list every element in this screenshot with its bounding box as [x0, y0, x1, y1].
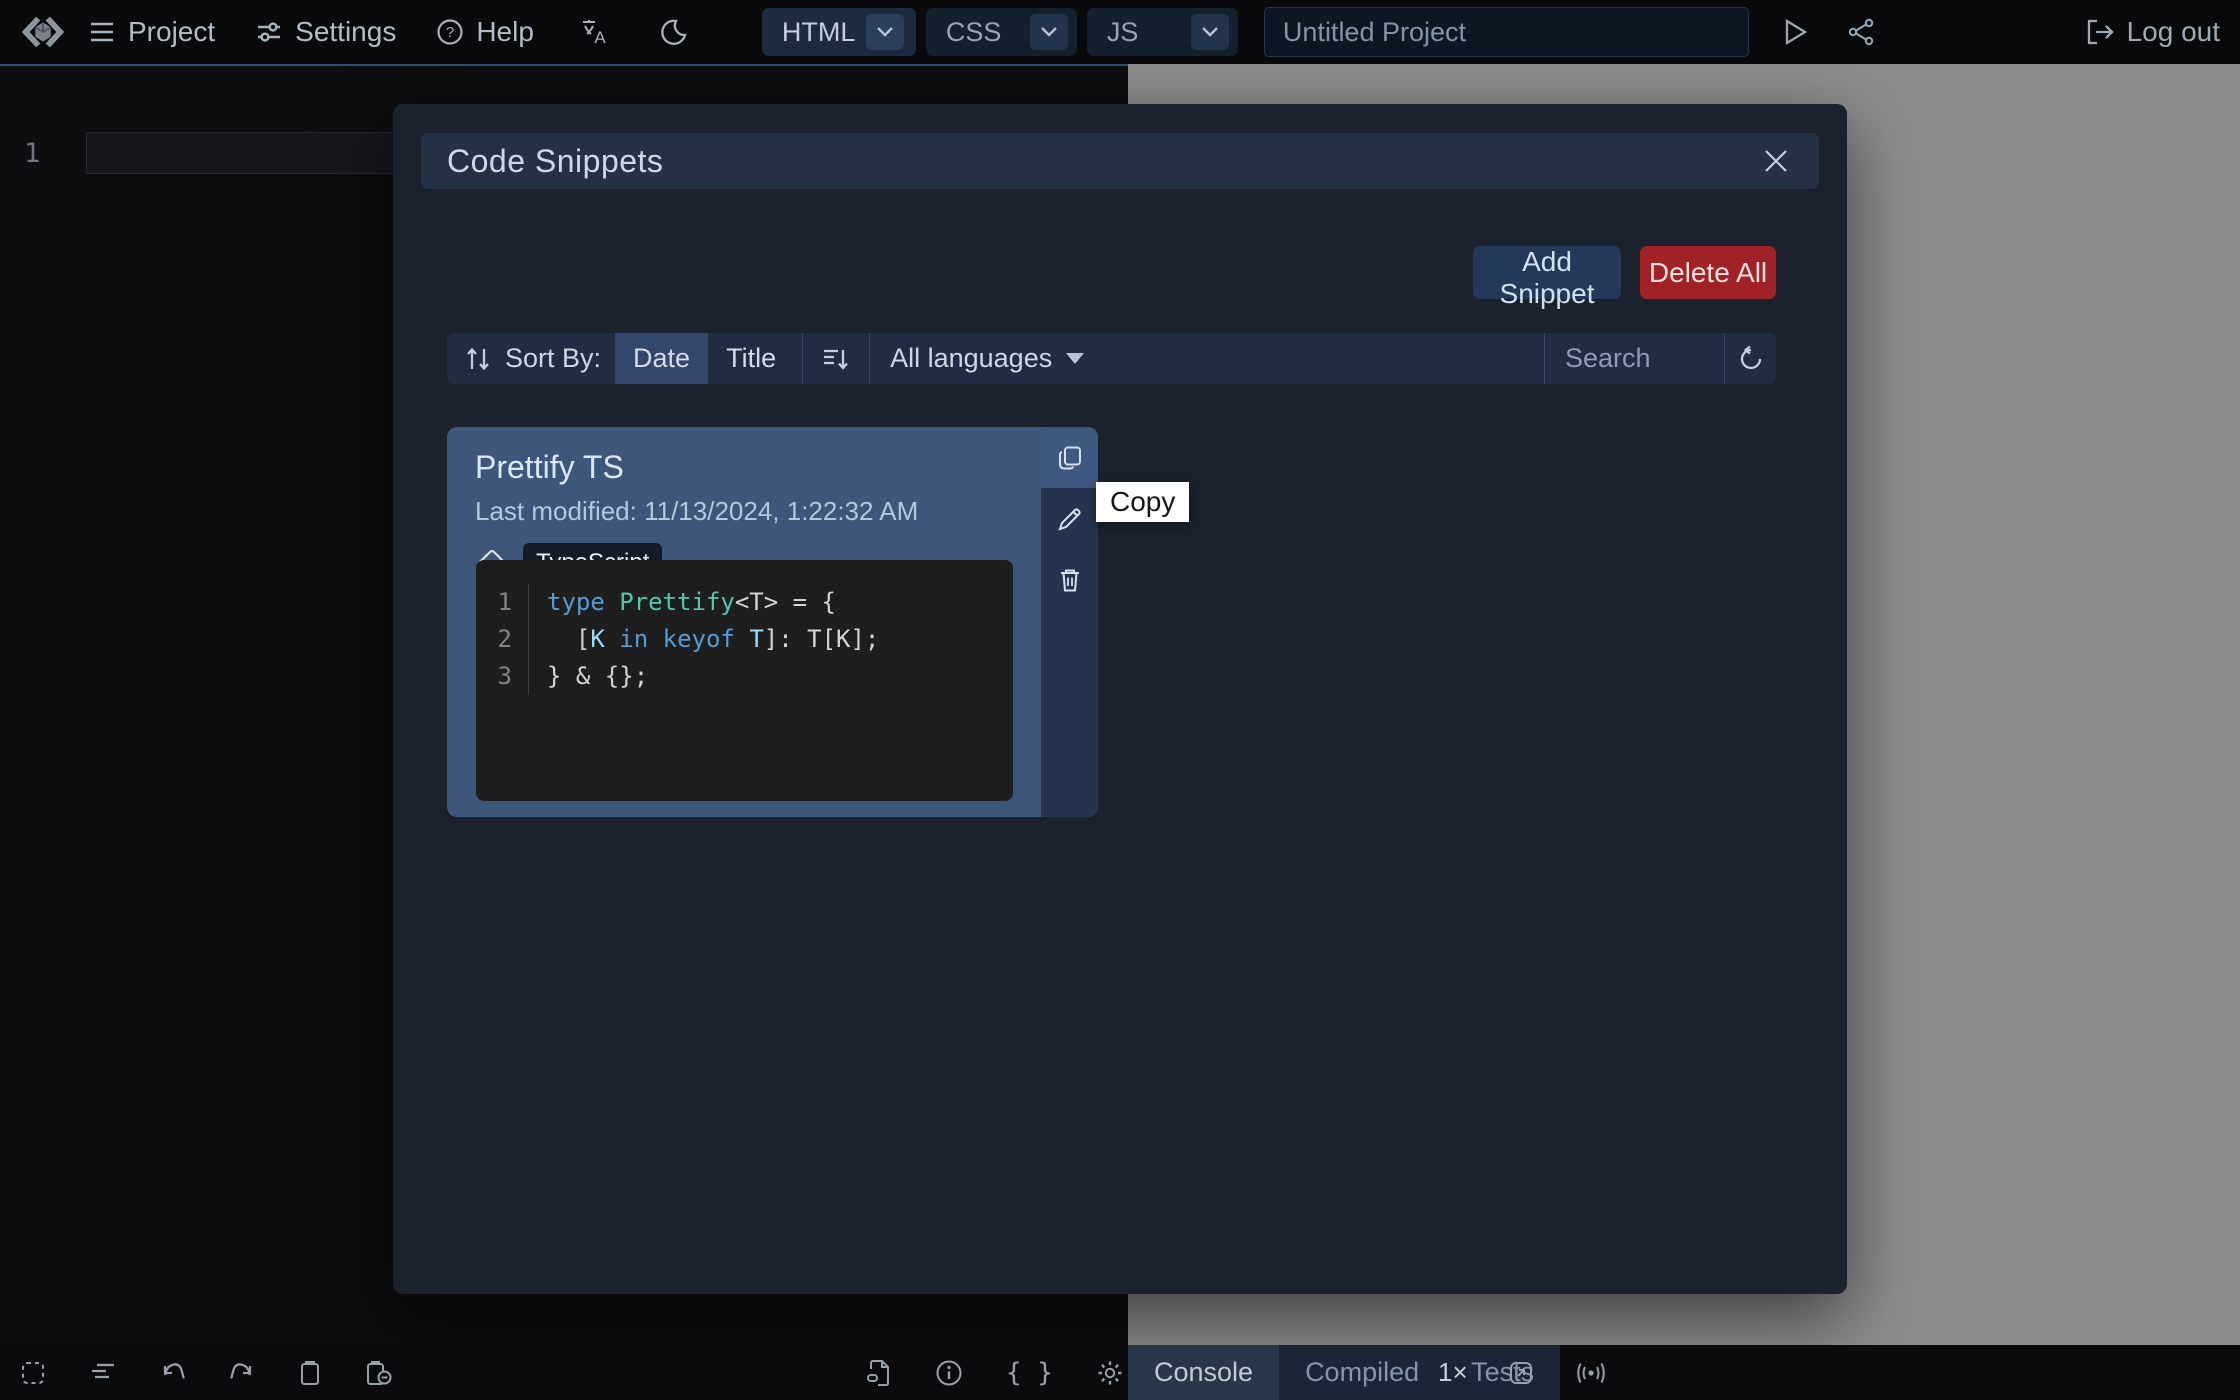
chevron-down-icon: [1040, 26, 1058, 38]
file-link-icon[interactable]: [866, 1359, 892, 1387]
format-code-icon[interactable]: [89, 1361, 117, 1385]
navbar: Project Settings ? Help A HTML CSS JS: [0, 0, 2240, 64]
chevron-down-icon: [876, 26, 894, 38]
refresh-icon: [1737, 345, 1765, 373]
svg-text:?: ?: [446, 24, 454, 41]
paste-icon[interactable]: [298, 1360, 322, 1386]
run-icon[interactable]: [1783, 18, 1809, 46]
js-options-dropdown[interactable]: [1191, 14, 1229, 50]
sliders-icon: [255, 18, 283, 46]
zoom-level[interactable]: 1×: [1438, 1357, 1468, 1388]
snippet-actions: [1041, 427, 1098, 817]
code-snippets-modal: Code Snippets Add Snippet Delete All Sor…: [393, 104, 1847, 1294]
snippet-last-modified: Last modified: 11/13/2024, 1:22:32 AM: [475, 496, 1041, 527]
pencil-icon: [1057, 506, 1083, 532]
tab-css-label: CSS: [946, 17, 1030, 48]
translate-button[interactable]: A: [580, 17, 610, 47]
sort-by-label: Sort By:: [505, 333, 615, 384]
copy-icon: [1057, 445, 1083, 471]
css-options-dropdown[interactable]: [1030, 14, 1068, 50]
chevron-down-icon: [1201, 26, 1219, 38]
braces-icon[interactable]: { }: [1006, 1358, 1053, 1388]
tab-css[interactable]: CSS: [926, 8, 1077, 56]
project-name-input[interactable]: [1264, 7, 1749, 57]
moon-icon: [660, 18, 688, 46]
html-options-dropdown[interactable]: [866, 14, 904, 50]
search-input[interactable]: [1545, 333, 1724, 384]
paste-clear-icon[interactable]: [365, 1360, 393, 1386]
refresh-button[interactable]: [1725, 333, 1776, 384]
trash-icon: [1057, 567, 1083, 593]
snippet-title: Prettify TS: [475, 449, 1041, 486]
theme-toggle-button[interactable]: [660, 18, 688, 46]
code-line: 3} & {};: [476, 658, 1013, 695]
help-menu-label: Help: [476, 16, 534, 48]
sort-arrows-icon: [463, 345, 493, 373]
tab-html[interactable]: HTML: [762, 8, 916, 56]
tab-html-label: HTML: [782, 17, 866, 48]
delete-snippet-button[interactable]: [1041, 549, 1098, 610]
modal-close-button[interactable]: [1759, 144, 1793, 178]
share-icon[interactable]: [1847, 18, 1875, 46]
sort-date-button[interactable]: Date: [615, 333, 708, 384]
snippet-card: Prettify TS Last modified: 11/13/2024, 1…: [447, 427, 1098, 817]
gear-icon[interactable]: [1096, 1359, 1124, 1387]
app-logo-icon: [20, 9, 66, 55]
caret-down-icon: [1066, 353, 1084, 364]
live-broadcast-icon[interactable]: [1574, 1360, 1608, 1386]
svg-text:A: A: [594, 28, 606, 47]
sort-descending-icon: [821, 346, 851, 372]
line-number: 1: [24, 138, 40, 169]
sort-direction-button[interactable]: [803, 333, 869, 384]
tab-js-label: JS: [1107, 17, 1191, 48]
code-line-content: [K in keyof T]: T[K];: [528, 621, 879, 658]
translate-icon: A: [580, 17, 610, 47]
open-external-icon[interactable]: [1508, 1360, 1534, 1386]
project-menu-label: Project: [128, 16, 215, 48]
language-filter-label: All languages: [890, 343, 1052, 374]
code-line-number: 1: [476, 584, 528, 621]
modal-title: Code Snippets: [447, 143, 663, 180]
code-line: 2 [K in keyof T]: T[K];: [476, 621, 1013, 658]
bottom-bar: { } Console Compiled Tests 1×: [0, 1345, 2240, 1400]
code-block: 1type Prettify<T> = {2 [K in keyof T]: T…: [476, 560, 1013, 801]
close-icon: [1763, 148, 1789, 174]
edit-snippet-button[interactable]: [1041, 488, 1098, 549]
language-filter-dropdown[interactable]: All languages: [870, 333, 1104, 384]
modal-header: Code Snippets: [421, 133, 1819, 189]
tab-js[interactable]: JS: [1087, 8, 1238, 56]
undo-icon[interactable]: [160, 1360, 186, 1386]
logout-icon: [2085, 18, 2115, 46]
toolbar-spacer: [1104, 333, 1544, 384]
code-line: 1type Prettify<T> = {: [476, 584, 1013, 621]
delete-all-button[interactable]: Delete All: [1640, 246, 1776, 299]
copy-tooltip: Copy: [1096, 482, 1189, 522]
tab-console[interactable]: Console: [1128, 1345, 1279, 1400]
add-snippet-button[interactable]: Add Snippet: [1473, 246, 1621, 299]
tab-compiled[interactable]: Compiled: [1279, 1345, 1445, 1400]
logout-label: Log out: [2127, 16, 2220, 48]
help-menu[interactable]: ? Help: [436, 16, 534, 48]
hamburger-icon: [88, 18, 116, 46]
redo-icon[interactable]: [229, 1360, 255, 1386]
code-line-number: 2: [476, 621, 528, 658]
copy-snippet-button[interactable]: [1041, 427, 1098, 488]
code-line-content: type Prettify<T> = {: [528, 584, 836, 621]
snippets-toolbar: Sort By: Date Title All languages: [447, 333, 1776, 384]
info-icon[interactable]: [935, 1359, 963, 1387]
select-all-icon[interactable]: [20, 1360, 46, 1386]
settings-menu[interactable]: Settings: [255, 16, 396, 48]
help-icon: ?: [436, 18, 464, 46]
code-line-content: } & {};: [528, 658, 648, 695]
sort-title-button[interactable]: Title: [708, 333, 794, 384]
project-menu[interactable]: Project: [88, 16, 215, 48]
logout-button[interactable]: Log out: [2085, 16, 2220, 48]
code-line-number: 3: [476, 658, 528, 695]
settings-menu-label: Settings: [295, 16, 396, 48]
